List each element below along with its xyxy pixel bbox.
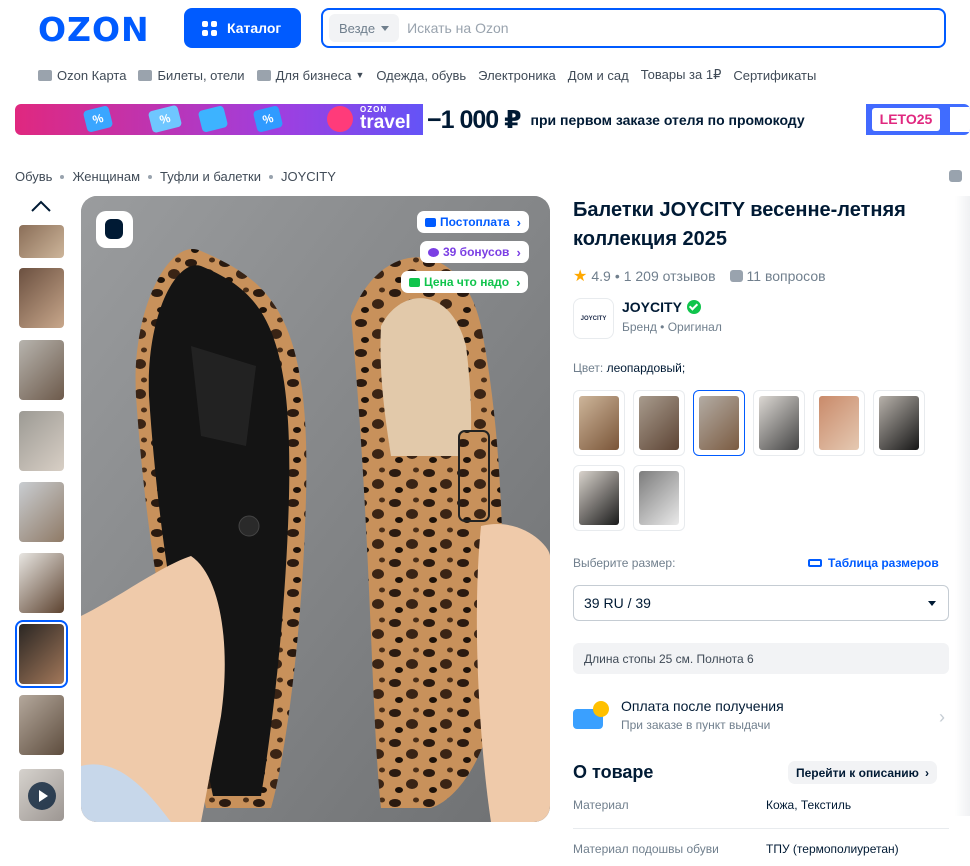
go-to-description-button[interactable]: Перейти к описанию › (788, 761, 937, 784)
thumbnail[interactable] (19, 340, 64, 400)
breadcrumb-item[interactable]: Женщинам (72, 169, 140, 184)
chevron-right-icon: › (924, 765, 929, 780)
banner-text: при первом заказе отеля по промокоду (530, 111, 805, 128)
property-value: Кожа, Текстиль (766, 798, 852, 812)
separator (269, 174, 273, 179)
search-input[interactable]: Искать на Ozon (407, 20, 508, 36)
rating-row[interactable]: ★ 4.9 • 1 209 отзывов 11 вопросов (573, 266, 826, 286)
plane-icon (327, 106, 353, 132)
payment-title: Оплата после получения (621, 698, 784, 714)
questions-link[interactable]: 11 вопросов (747, 268, 826, 284)
size-label: Выберите размер: (573, 556, 676, 570)
separator (60, 174, 65, 179)
nav-item-home[interactable]: Дом и сад (568, 67, 629, 83)
nav-item-business[interactable]: Для бизнеса ▼ (256, 67, 365, 83)
banner-promo-code: LETO25 (872, 108, 940, 131)
bonus-badge[interactable]: 39 бонусов (420, 241, 529, 263)
color-swatch[interactable] (573, 390, 625, 456)
promo-banner[interactable]: % % % OZON travel −1 000 ₽ при первом за… (15, 104, 970, 135)
property-key: Материал (573, 798, 629, 812)
brand-name[interactable]: JOYCITY (622, 299, 701, 315)
thumbnail[interactable] (19, 268, 64, 328)
payment-subtitle: При заказе в пункт выдачи (621, 718, 771, 732)
banner-brand: travel (360, 112, 411, 133)
thumbnail[interactable] (19, 553, 64, 613)
nav-item-electronics[interactable]: Электроника (478, 67, 556, 83)
color-swatch[interactable] (633, 390, 685, 456)
reviews-link[interactable]: 1 209 отзывов (624, 268, 716, 284)
play-icon[interactable] (28, 782, 56, 810)
briefcase-icon (256, 69, 271, 81)
ruler-icon (808, 559, 822, 567)
thumb-up-icon (409, 277, 420, 287)
size-table-link[interactable]: Таблица размеров (808, 556, 939, 570)
color-swatch[interactable] (813, 390, 865, 456)
color-swatch-selected[interactable] (693, 390, 745, 456)
site-header: OZON Каталог Везде Искать на Ozon (0, 0, 970, 58)
color-swatch[interactable] (573, 465, 625, 531)
breadcrumb-item[interactable]: Туфли и балетки (160, 169, 261, 184)
grid-icon (202, 20, 217, 36)
card-icon (38, 69, 52, 81)
ozon-logo[interactable]: OZON (38, 10, 150, 49)
search-scope-dropdown[interactable]: Везде (329, 14, 400, 42)
thumbnail[interactable] (19, 482, 64, 542)
thumbnail-selected[interactable] (15, 620, 68, 688)
nav-item-tickets[interactable]: Билеты, отели (138, 67, 245, 83)
plane-icon (138, 69, 153, 81)
breadcrumb: Обувь Женщинам Туфли и балетки JOYCITY (15, 169, 336, 184)
postpay-badge[interactable]: Постоплата (417, 211, 529, 233)
nav-item-ozon-card[interactable]: Ozon Карта (38, 67, 126, 83)
catalog-button-label: Каталог (227, 20, 282, 36)
brand-subtitle: Бренд • Оригинал (622, 320, 722, 334)
question-icon (729, 270, 743, 282)
rating-value: 4.9 (591, 268, 611, 284)
thumbnail[interactable] (19, 225, 64, 258)
side-panel-edge (955, 196, 970, 816)
image-search-icon[interactable] (96, 211, 133, 248)
nav-item-certificates[interactable]: Сертификаты (733, 67, 816, 83)
card-icon (425, 217, 436, 227)
top-nav: Ozon Карта Билеты, отели Для бизнеса ▼ Од… (38, 67, 816, 83)
about-title: О товаре (573, 762, 654, 782)
property-key: Материал подошвы обуви (573, 842, 719, 856)
product-title: Балетки JOYCITY весенне-летняя коллекция… (573, 199, 906, 250)
nav-item-1rub[interactable]: Товары за 1₽ (641, 67, 722, 83)
banner-fine-print (950, 107, 970, 132)
verified-icon (686, 300, 701, 314)
catalog-button[interactable]: Каталог (184, 8, 301, 48)
thumbnail[interactable] (19, 695, 64, 755)
color-swatch[interactable] (633, 465, 685, 531)
banner-amount: −1 000 ₽ (427, 105, 522, 134)
chevron-up-icon[interactable] (30, 198, 52, 214)
ticket-icon (197, 105, 229, 133)
breadcrumb-item[interactable]: Обувь (15, 169, 52, 184)
color-label: Цвет: леопардовый; (573, 361, 686, 375)
share-icon[interactable] (949, 170, 962, 182)
nav-item-clothing[interactable]: Одежда, обувь (376, 67, 466, 83)
chevron-down-icon: ▼ (355, 70, 365, 80)
brand-logo[interactable]: JOYCITY (573, 298, 614, 339)
separator (148, 174, 153, 179)
payment-after-receipt[interactable]: Оплата после получения При заказе в пунк… (573, 697, 949, 739)
color-swatch[interactable] (873, 390, 925, 456)
percent-icon: % (82, 105, 114, 133)
percent-icon: % (147, 104, 183, 134)
percent-icon: % (252, 105, 284, 133)
wallet-icon (573, 701, 609, 731)
divider (573, 828, 949, 829)
search-bar[interactable]: Везде Искать на Ozon (321, 8, 946, 48)
coin-icon (428, 247, 439, 257)
foot-length-note: Длина стопы 25 см. Полнота 6 (573, 643, 949, 674)
thumbnail[interactable] (19, 411, 64, 471)
good-price-badge[interactable]: Цена что надо (401, 271, 529, 293)
size-select[interactable]: 39 RU / 39 (573, 585, 949, 621)
chevron-right-icon: › (939, 707, 945, 727)
banner-offer: −1 000 ₽ при первом заказе отеля по пром… (423, 104, 866, 135)
property-value: ТПУ (термополиуретан) (766, 842, 899, 856)
star-icon: ★ (573, 268, 588, 285)
breadcrumb-item[interactable]: JOYCITY (281, 169, 336, 184)
color-swatch[interactable] (753, 390, 805, 456)
